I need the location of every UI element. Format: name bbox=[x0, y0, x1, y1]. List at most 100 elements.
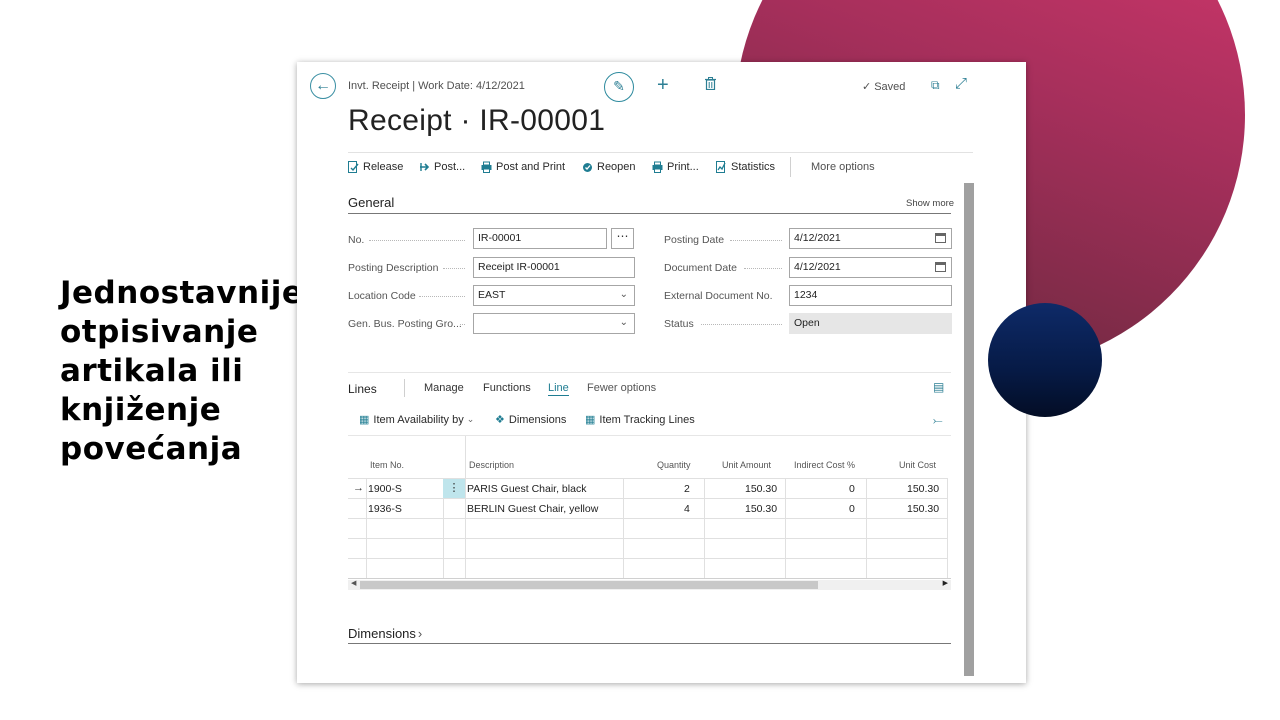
dotted-leader bbox=[369, 240, 465, 241]
gen-bus-posting-group-select[interactable]: ⌄ bbox=[473, 313, 635, 334]
dimensions-section-title[interactable]: Dimensions › bbox=[348, 626, 422, 641]
no-field[interactable]: IR-00001 bbox=[473, 228, 607, 249]
post-icon bbox=[420, 163, 430, 171]
open-new-window-icon[interactable]: ⧉ bbox=[931, 78, 940, 93]
checkmark-icon: ✓ bbox=[862, 81, 872, 93]
statistics-button[interactable]: Statistics bbox=[716, 161, 775, 173]
edit-pencil-icon[interactable]: ✎ bbox=[604, 72, 634, 102]
empty-table-row[interactable] bbox=[348, 518, 948, 538]
column-header-item-no[interactable]: Item No. bbox=[370, 460, 404, 470]
receipt-window: ← Invt. Receipt | Work Date: 4/12/2021 ✎… bbox=[297, 62, 1026, 683]
grid-top-divider bbox=[348, 435, 951, 436]
table-row[interactable]: 1936-S BERLIN Guest Chair, yellow 4 150.… bbox=[348, 498, 948, 518]
tab-manage[interactable]: Manage bbox=[424, 382, 464, 394]
row-actions-menu-icon[interactable]: ⋮ bbox=[443, 479, 465, 498]
lines-divider bbox=[348, 372, 951, 373]
delete-icon[interactable] bbox=[705, 77, 716, 95]
open-in-new-icon[interactable]: ▤ bbox=[933, 380, 944, 394]
dotted-leader bbox=[701, 324, 782, 325]
headline-line-4: knjiženje bbox=[60, 392, 222, 428]
cell-item-no[interactable]: 1900-S bbox=[368, 483, 402, 495]
document-date-field[interactable]: 4/12/2021 bbox=[789, 257, 952, 278]
cell-description[interactable]: BERLIN Guest Chair, yellow bbox=[467, 503, 598, 515]
cell-unit-amount[interactable]: 150.30 bbox=[745, 483, 777, 495]
cell-indirect-cost[interactable]: 0 bbox=[849, 503, 855, 515]
status-field: Open bbox=[789, 313, 952, 334]
dotted-leader bbox=[730, 240, 782, 241]
general-divider bbox=[348, 213, 951, 214]
document-date-value: 4/12/2021 bbox=[794, 261, 841, 273]
table-row[interactable]: 1900-S PARIS Guest Chair, black 2 150.30… bbox=[348, 478, 948, 498]
cell-quantity[interactable]: 4 bbox=[684, 503, 690, 515]
reopen-label: Reopen bbox=[597, 161, 636, 173]
chevron-down-icon: ⌄ bbox=[619, 289, 628, 300]
calendar-icon[interactable] bbox=[935, 262, 946, 272]
post-button[interactable]: Post... bbox=[419, 161, 465, 173]
chevron-right-icon: › bbox=[417, 626, 423, 641]
slide: Jednostavnije otpisivanje artikala ili k… bbox=[0, 0, 1280, 720]
post-and-print-button[interactable]: Post and Print bbox=[481, 161, 565, 173]
dimensions-button[interactable]: ❖ Dimensions bbox=[495, 413, 566, 427]
vertical-scrollbar[interactable] bbox=[964, 183, 974, 676]
cell-item-no[interactable]: 1936-S bbox=[368, 503, 402, 515]
reopen-icon bbox=[583, 163, 592, 172]
add-icon[interactable]: + bbox=[657, 75, 669, 95]
scrollbar-thumb[interactable] bbox=[360, 581, 818, 589]
gen-bus-posting-group-label: Gen. Bus. Posting Gro... bbox=[348, 318, 462, 330]
show-more-link[interactable]: Show more bbox=[906, 198, 954, 209]
pin-icon[interactable]: ⤚ bbox=[933, 413, 943, 428]
current-row-arrow-icon: → bbox=[353, 482, 364, 494]
general-section-title[interactable]: General bbox=[348, 195, 394, 210]
scroll-right-icon[interactable]: ▶ bbox=[943, 579, 948, 587]
headline-line-2: otpisivanje bbox=[60, 314, 259, 350]
saved-label: Saved bbox=[874, 81, 906, 93]
lines-section-title[interactable]: Lines bbox=[348, 382, 377, 396]
column-header-description[interactable]: Description bbox=[469, 460, 514, 470]
column-header-quantity[interactable]: Quantity bbox=[657, 460, 691, 470]
cell-unit-cost[interactable]: 150.30 bbox=[907, 483, 939, 495]
item-tracking-label: Item Tracking Lines bbox=[599, 413, 695, 426]
print-button[interactable]: Print... bbox=[652, 161, 699, 173]
empty-table-row[interactable] bbox=[348, 538, 948, 558]
cell-unit-cost[interactable]: 150.30 bbox=[907, 503, 939, 515]
cell-unit-amount[interactable]: 150.30 bbox=[745, 503, 777, 515]
reopen-button[interactable]: Reopen bbox=[582, 161, 636, 173]
empty-table-row[interactable] bbox=[348, 558, 948, 578]
item-tracking-lines-button[interactable]: ▦ Item Tracking Lines bbox=[585, 413, 695, 427]
external-document-no-field[interactable]: 1234 bbox=[789, 285, 952, 306]
posting-date-label: Posting Date bbox=[664, 234, 725, 246]
status-label: Status bbox=[664, 318, 694, 330]
expand-icon[interactable]: ⤢ bbox=[955, 75, 967, 92]
cell-description[interactable]: PARIS Guest Chair, black bbox=[467, 483, 586, 495]
column-header-unit-amount[interactable]: Unit Amount bbox=[722, 460, 771, 470]
posting-description-label: Posting Description bbox=[348, 262, 439, 274]
chevron-down-icon: ⌄ bbox=[466, 414, 475, 424]
dotted-leader bbox=[443, 268, 465, 269]
item-availability-button[interactable]: ▦ Item Availability by ⌄ bbox=[359, 413, 475, 427]
headline: Jednostavnije otpisivanje artikala ili k… bbox=[60, 274, 304, 469]
posting-date-field[interactable]: 4/12/2021 bbox=[789, 228, 952, 249]
grid-bottom-divider bbox=[348, 578, 951, 579]
more-options-button[interactable]: More options bbox=[811, 161, 875, 173]
tab-functions[interactable]: Functions bbox=[483, 382, 531, 394]
tab-line[interactable]: Line bbox=[548, 382, 569, 396]
print-label: Print... bbox=[667, 161, 699, 173]
chevron-down-icon: ⌄ bbox=[619, 317, 628, 328]
document-date-label: Document Date bbox=[664, 262, 737, 274]
column-header-unit-cost[interactable]: Unit Cost bbox=[899, 460, 936, 470]
scroll-left-icon[interactable]: ◀ bbox=[351, 579, 356, 587]
item-tracking-icon: ▦ bbox=[585, 414, 596, 426]
posting-description-field[interactable]: Receipt IR-00001 bbox=[473, 257, 635, 278]
horizontal-scrollbar[interactable]: ◀ ▶ bbox=[348, 580, 951, 590]
column-header-indirect-cost[interactable]: Indirect Cost % bbox=[794, 460, 855, 470]
ellipsis-button[interactable]: ⋯ bbox=[611, 228, 634, 249]
release-button[interactable]: Release bbox=[348, 161, 403, 173]
calendar-icon[interactable] bbox=[935, 233, 946, 243]
headline-line-1: Jednostavnije bbox=[60, 275, 304, 311]
back-arrow-icon[interactable]: ← bbox=[310, 73, 336, 99]
fewer-options-button[interactable]: Fewer options bbox=[587, 382, 656, 394]
location-code-select[interactable]: EAST ⌄ bbox=[473, 285, 635, 306]
cell-indirect-cost[interactable]: 0 bbox=[849, 483, 855, 495]
cell-quantity[interactable]: 2 bbox=[684, 483, 690, 495]
breadcrumb: Invt. Receipt | Work Date: 4/12/2021 bbox=[348, 80, 525, 92]
